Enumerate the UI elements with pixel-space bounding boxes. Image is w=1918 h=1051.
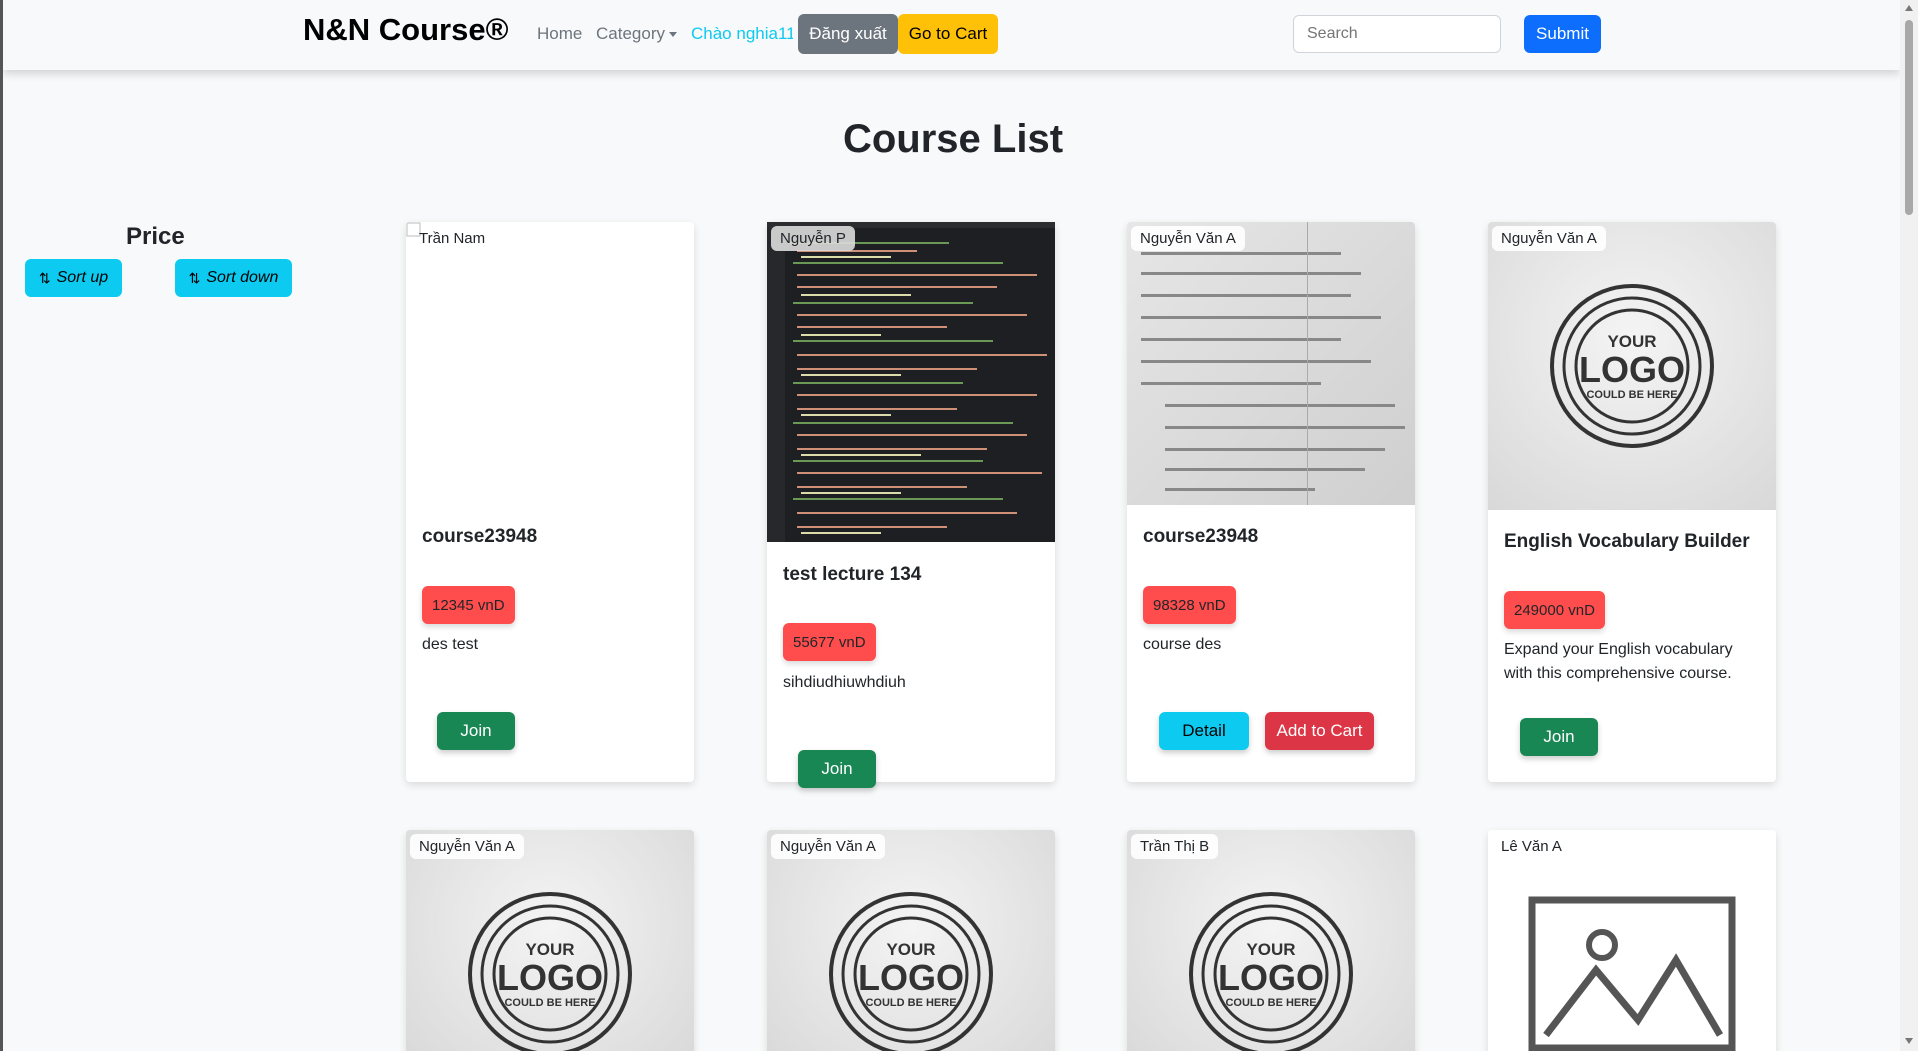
- sort-down-label: Sort down: [206, 269, 279, 286]
- logout-button[interactable]: Đăng xuất: [798, 14, 898, 54]
- logo-text-tagline: COULD BE HERE: [1225, 997, 1316, 1009]
- course-card: YOUR LOGO COULD BE HERE Trần Thị B: [1127, 830, 1415, 1051]
- course-description: Expand your English vocabulary with this…: [1504, 641, 1733, 682]
- course-description: des test: [422, 636, 479, 653]
- logo-text-tagline: COULD BE HERE: [1586, 389, 1677, 401]
- add-to-cart-button[interactable]: Add to Cart: [1265, 712, 1374, 750]
- course-thumbnail: YOUR LOGO COULD BE HERE: [767, 830, 1055, 1051]
- logo-placeholder-image: YOUR LOGO COULD BE HERE: [1189, 892, 1353, 1051]
- scroll-up-arrow-icon[interactable]: [1905, 5, 1913, 11]
- logo-placeholder-image: YOUR LOGO COULD BE HERE: [1550, 284, 1714, 448]
- price-badge: 98328 vnD: [1143, 586, 1236, 624]
- course-title[interactable]: course23948: [422, 526, 537, 548]
- course-author: Nguyễn Văn A: [1492, 226, 1606, 251]
- course-title[interactable]: course23948: [1143, 526, 1258, 548]
- course-author: Nguyễn Văn A: [771, 834, 885, 859]
- search-input[interactable]: [1293, 15, 1501, 53]
- course-card: YOUR LOGO COULD BE HERE Nguyễn Văn A: [767, 830, 1055, 1051]
- scroll-down-arrow-icon[interactable]: [1905, 1038, 1913, 1044]
- course-description: sihdiudhiuwhdiuh: [783, 674, 906, 691]
- join-button[interactable]: Join: [437, 712, 515, 750]
- page-title: Course List: [842, 117, 1064, 161]
- course-thumbnail: [1488, 830, 1776, 1051]
- course-author: Lê Văn A: [1501, 838, 1562, 855]
- nav-category-dropdown[interactable]: Category: [596, 24, 677, 44]
- sort-down-button[interactable]: ⇅ Sort down: [175, 259, 292, 297]
- logo-placeholder-image: YOUR LOGO COULD BE HERE: [829, 892, 993, 1051]
- vertical-scrollbar[interactable]: [1900, 0, 1918, 1051]
- logo-text-logo: LOGO: [858, 957, 964, 998]
- logo-text-logo: LOGO: [497, 957, 603, 998]
- course-author: Trần Nam: [419, 230, 486, 247]
- logo-text-tagline: COULD BE HERE: [504, 997, 595, 1009]
- course-card: Nguyễn P test lecture 134 55677 vnD sihd…: [767, 222, 1055, 788]
- course-author: Nguyễn P: [771, 226, 855, 251]
- handwritten-code-image: [1141, 222, 1405, 505]
- sort-descending-icon: ⇅: [188, 269, 201, 286]
- course-thumbnail: YOUR LOGO COULD BE HERE: [406, 830, 694, 1051]
- course-thumbnail: YOUR LOGO COULD BE HERE: [1127, 830, 1415, 1051]
- sort-up-button[interactable]: ⇅ Sort up: [25, 259, 122, 297]
- user-greeting[interactable]: Chào nghia115: [691, 24, 793, 44]
- nav-home-link[interactable]: Home: [537, 24, 582, 44]
- course-thumbnail: [1127, 222, 1415, 505]
- course-author: Trần Thị B: [1131, 834, 1219, 859]
- join-button[interactable]: Join: [798, 750, 876, 788]
- brand-logo[interactable]: N&N Course®: [303, 12, 508, 48]
- sort-up-label: Sort up: [56, 269, 109, 286]
- course-card: YOUR LOGO COULD BE HERE Nguyễn Văn A Eng…: [1488, 222, 1776, 782]
- course-author: Nguyễn Văn A: [1131, 226, 1245, 251]
- detail-button[interactable]: Detail: [1159, 712, 1249, 750]
- navbar: N&N Course® Home Category Chào nghia115 …: [3, 0, 1900, 70]
- logo-text-logo: LOGO: [1218, 957, 1324, 998]
- join-button[interactable]: Join: [1520, 718, 1598, 756]
- chevron-down-icon: [668, 32, 677, 38]
- go-to-cart-button[interactable]: Go to Cart: [898, 14, 998, 54]
- price-badge: 12345 vnD: [422, 586, 515, 624]
- search-submit-button[interactable]: Submit: [1524, 15, 1601, 53]
- logo-text-tagline: COULD BE HERE: [865, 997, 956, 1009]
- course-card: Trần Nam course23948 12345 vnD des test …: [406, 222, 694, 782]
- course-title[interactable]: test lecture 134: [783, 564, 921, 586]
- price-filter-label: Price: [126, 223, 185, 250]
- sort-ascending-icon: ⇅: [38, 269, 51, 286]
- page: N&N Course® Home Category Chào nghia115 …: [0, 0, 1900, 1051]
- logo-text-logo: LOGO: [1579, 349, 1685, 390]
- course-card: Lê Văn A: [1488, 830, 1776, 1051]
- code-screenshot-image: [767, 222, 1055, 542]
- course-thumbnail: [767, 222, 1055, 542]
- course-title[interactable]: English Vocabulary Builder: [1504, 531, 1750, 553]
- course-card: YOUR LOGO COULD BE HERE Nguyễn Văn A: [406, 830, 694, 1051]
- logo-placeholder-image: YOUR LOGO COULD BE HERE: [468, 892, 632, 1051]
- image-placeholder-icon: [1528, 896, 1736, 1051]
- scrollbar-thumb[interactable]: [1905, 20, 1913, 215]
- course-thumbnail: YOUR LOGO COULD BE HERE: [1488, 222, 1776, 510]
- course-author: Nguyễn Văn A: [410, 834, 524, 859]
- course-description: course des: [1143, 636, 1222, 653]
- nav-category-label: Category: [596, 24, 665, 43]
- price-badge: 55677 vnD: [783, 623, 876, 661]
- course-card: Nguyễn Văn A course23948 98328 vnD cours…: [1127, 222, 1415, 782]
- price-badge: 249000 vnD: [1504, 591, 1605, 629]
